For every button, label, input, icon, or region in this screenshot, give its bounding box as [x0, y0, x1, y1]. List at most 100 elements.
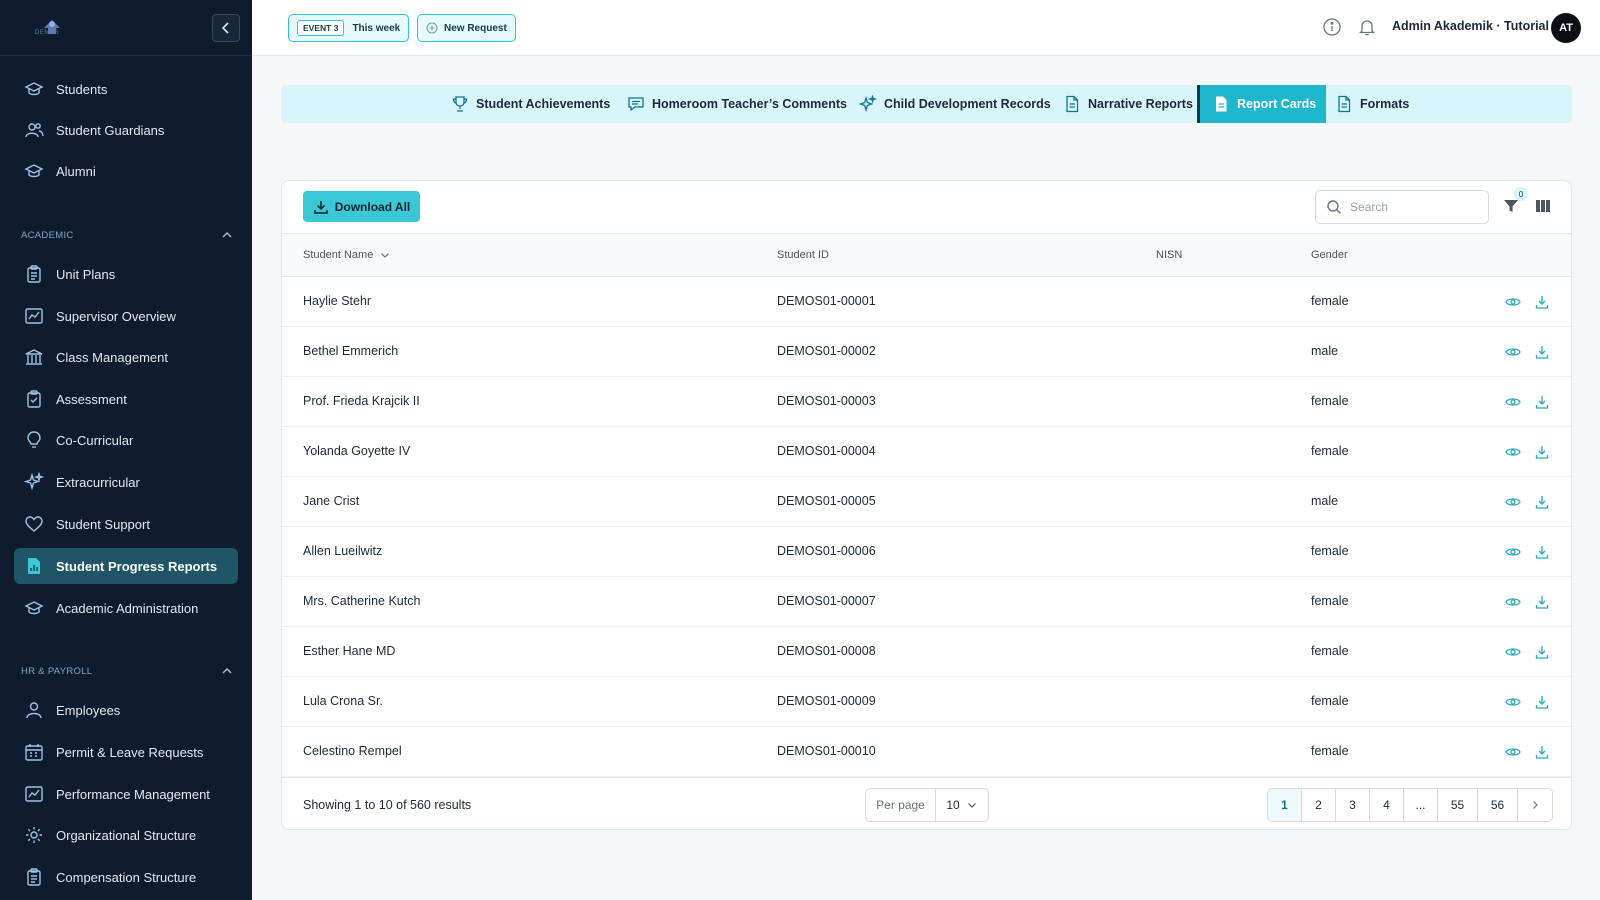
lightbulb-icon [27, 431, 41, 448]
chevron-right-icon [1533, 801, 1538, 809]
table-body: Haylie Stehr DEMOS01-00001 female Bethel… [282, 277, 1571, 777]
student-name-cell: Prof. Frieda Krajcik II [303, 394, 420, 408]
sidebar-item-assessment[interactable]: Assessment [14, 381, 238, 417]
gender-cell: female [1311, 694, 1349, 708]
view-eye-icon[interactable] [1505, 544, 1521, 560]
sidebar-item-alumni[interactable]: Alumni [14, 153, 238, 189]
logo-text: DEMAS [35, 30, 59, 36]
gender-cell: male [1311, 344, 1339, 358]
column-header-student-name[interactable]: Student Name [303, 249, 391, 261]
sidebar-item-label: Academic Administration [56, 600, 199, 616]
view-eye-icon[interactable] [1505, 494, 1521, 510]
download-all-label: Download All [334, 199, 411, 214]
tab-narrative-reports[interactable]: Narrative Reports [1063, 85, 1193, 123]
sparkles-icon [859, 95, 877, 113]
page-button-3[interactable]: 3 [1336, 789, 1370, 821]
sidebar-item-label: Co-Curricular [56, 432, 134, 448]
student-name-cell: Celestino Rempel [303, 744, 402, 758]
chart-icon [25, 786, 43, 802]
sidebar-item-student-guardians[interactable]: Student Guardians [14, 112, 238, 148]
file-chart-icon [28, 558, 40, 574]
view-eye-icon[interactable] [1505, 444, 1521, 460]
pagination: 1 2 3 4 ... 55 56 [1267, 788, 1553, 822]
avatar[interactable]: AT [1551, 13, 1581, 43]
sidebar-item-unit-plans[interactable]: Unit Plans [14, 256, 238, 292]
user-name[interactable]: Admin Akademik · Tutorial [1392, 19, 1549, 33]
view-eye-icon[interactable] [1505, 344, 1521, 360]
info-icon[interactable] [1322, 17, 1342, 37]
view-eye-icon[interactable] [1505, 744, 1521, 760]
gender-cell: female [1311, 644, 1349, 658]
column-header-label: Gender [1311, 249, 1348, 261]
gender-cell: female [1311, 744, 1349, 758]
event-tag: EVENT 3 [297, 20, 345, 36]
page-button-2[interactable]: 2 [1302, 789, 1336, 821]
event-pill-button[interactable]: EVENT 3 This week [288, 14, 410, 42]
download-icon[interactable] [1534, 294, 1550, 310]
sidebar-item-co-curricular[interactable]: Co-Curricular [14, 422, 238, 458]
sidebar-item-compensation-structure[interactable]: Compensation Structure [14, 859, 238, 895]
sidebar-item-student-support[interactable]: Student Support [14, 506, 238, 542]
column-header-nisn: NISN [1156, 249, 1182, 261]
sidebar-item-employees[interactable]: Employees [14, 692, 238, 728]
sidebar-item-label: Alumni [56, 163, 96, 179]
sidebar-item-extracurricular[interactable]: Extracurricular [14, 464, 238, 500]
download-icon[interactable] [1534, 494, 1550, 510]
view-eye-icon[interactable] [1505, 594, 1521, 610]
search-box [1315, 190, 1489, 224]
tab-report-cards[interactable]: Report Cards [1197, 85, 1327, 123]
student-name-cell: Bethel Emmerich [303, 344, 399, 358]
collapse-sidebar-button[interactable] [212, 14, 240, 42]
sidebar-item-permit-leave-requests[interactable]: Permit & Leave Requests [14, 734, 238, 770]
download-icon[interactable] [1534, 344, 1550, 360]
page-button-56[interactable]: 56 [1478, 789, 1518, 821]
download-icon[interactable] [1534, 544, 1550, 560]
download-icon[interactable] [1534, 444, 1550, 460]
per-page-select[interactable]: 10 [936, 789, 988, 821]
student-name-cell: Haylie Stehr [303, 294, 372, 308]
section-title: HR & PAYROLL [21, 665, 93, 677]
page-button-55[interactable]: 55 [1438, 789, 1478, 821]
columns-icon[interactable] [1535, 198, 1551, 214]
view-eye-icon[interactable] [1505, 394, 1521, 410]
table-row: Yolanda Goyette IV DEMOS01-00004 female [282, 427, 1571, 477]
download-all-button[interactable]: Download All [303, 191, 420, 222]
sidebar-item-students[interactable]: Students [14, 71, 238, 107]
tab-formats[interactable]: Formats [1335, 85, 1409, 123]
sidebar-item-label: Students [56, 81, 108, 97]
page-button-4[interactable]: 4 [1370, 789, 1404, 821]
next-page-button[interactable] [1518, 789, 1552, 821]
page-button-1[interactable]: 1 [1268, 789, 1302, 821]
student-name-cell: Allen Lueilwitz [303, 544, 383, 558]
tab-student-achievements[interactable]: Student Achievements [451, 85, 610, 123]
download-icon[interactable] [1534, 694, 1550, 710]
tab-homeroom-teachers-comments[interactable]: Homeroom Teacher’s Comments [627, 85, 847, 123]
tab-label: Narrative Reports [1088, 97, 1193, 111]
section-hr-payroll-header[interactable]: HR & PAYROLL [21, 661, 233, 681]
student-id-cell: DEMOS01-00009 [777, 694, 876, 708]
sidebar-item-label: Student Support [56, 516, 150, 532]
search-input[interactable] [1350, 200, 1470, 214]
bell-icon[interactable] [1357, 17, 1377, 37]
student-name-cell: Jane Crist [303, 494, 360, 508]
view-eye-icon[interactable] [1505, 644, 1521, 660]
download-icon[interactable] [1534, 394, 1550, 410]
sidebar-item-label: Organizational Structure [56, 827, 197, 843]
view-eye-icon[interactable] [1505, 694, 1521, 710]
sidebar-item-academic-administration[interactable]: Academic Administration [14, 590, 238, 626]
chevron-up-icon [222, 668, 232, 674]
tab-label: Child Development Records [884, 97, 1051, 111]
section-academic-header[interactable]: ACADEMIC [21, 225, 233, 245]
view-eye-icon[interactable] [1505, 294, 1521, 310]
download-icon[interactable] [1534, 744, 1550, 760]
sidebar-item-supervisor-overview[interactable]: Supervisor Overview [14, 298, 238, 334]
download-icon[interactable] [1534, 594, 1550, 610]
download-icon[interactable] [1534, 644, 1550, 660]
table-row: Celestino Rempel DEMOS01-00010 female [282, 727, 1571, 777]
sidebar-item-student-progress-reports[interactable]: Student Progress Reports [14, 548, 238, 584]
new-request-button[interactable]: New Request [417, 14, 516, 42]
sidebar-item-performance-management[interactable]: Performance Management [14, 776, 238, 812]
sidebar-item-class-management[interactable]: Class Management [14, 339, 238, 375]
tab-child-development-records[interactable]: Child Development Records [859, 85, 1051, 123]
sidebar-item-organizational-structure[interactable]: Organizational Structure [14, 817, 238, 853]
